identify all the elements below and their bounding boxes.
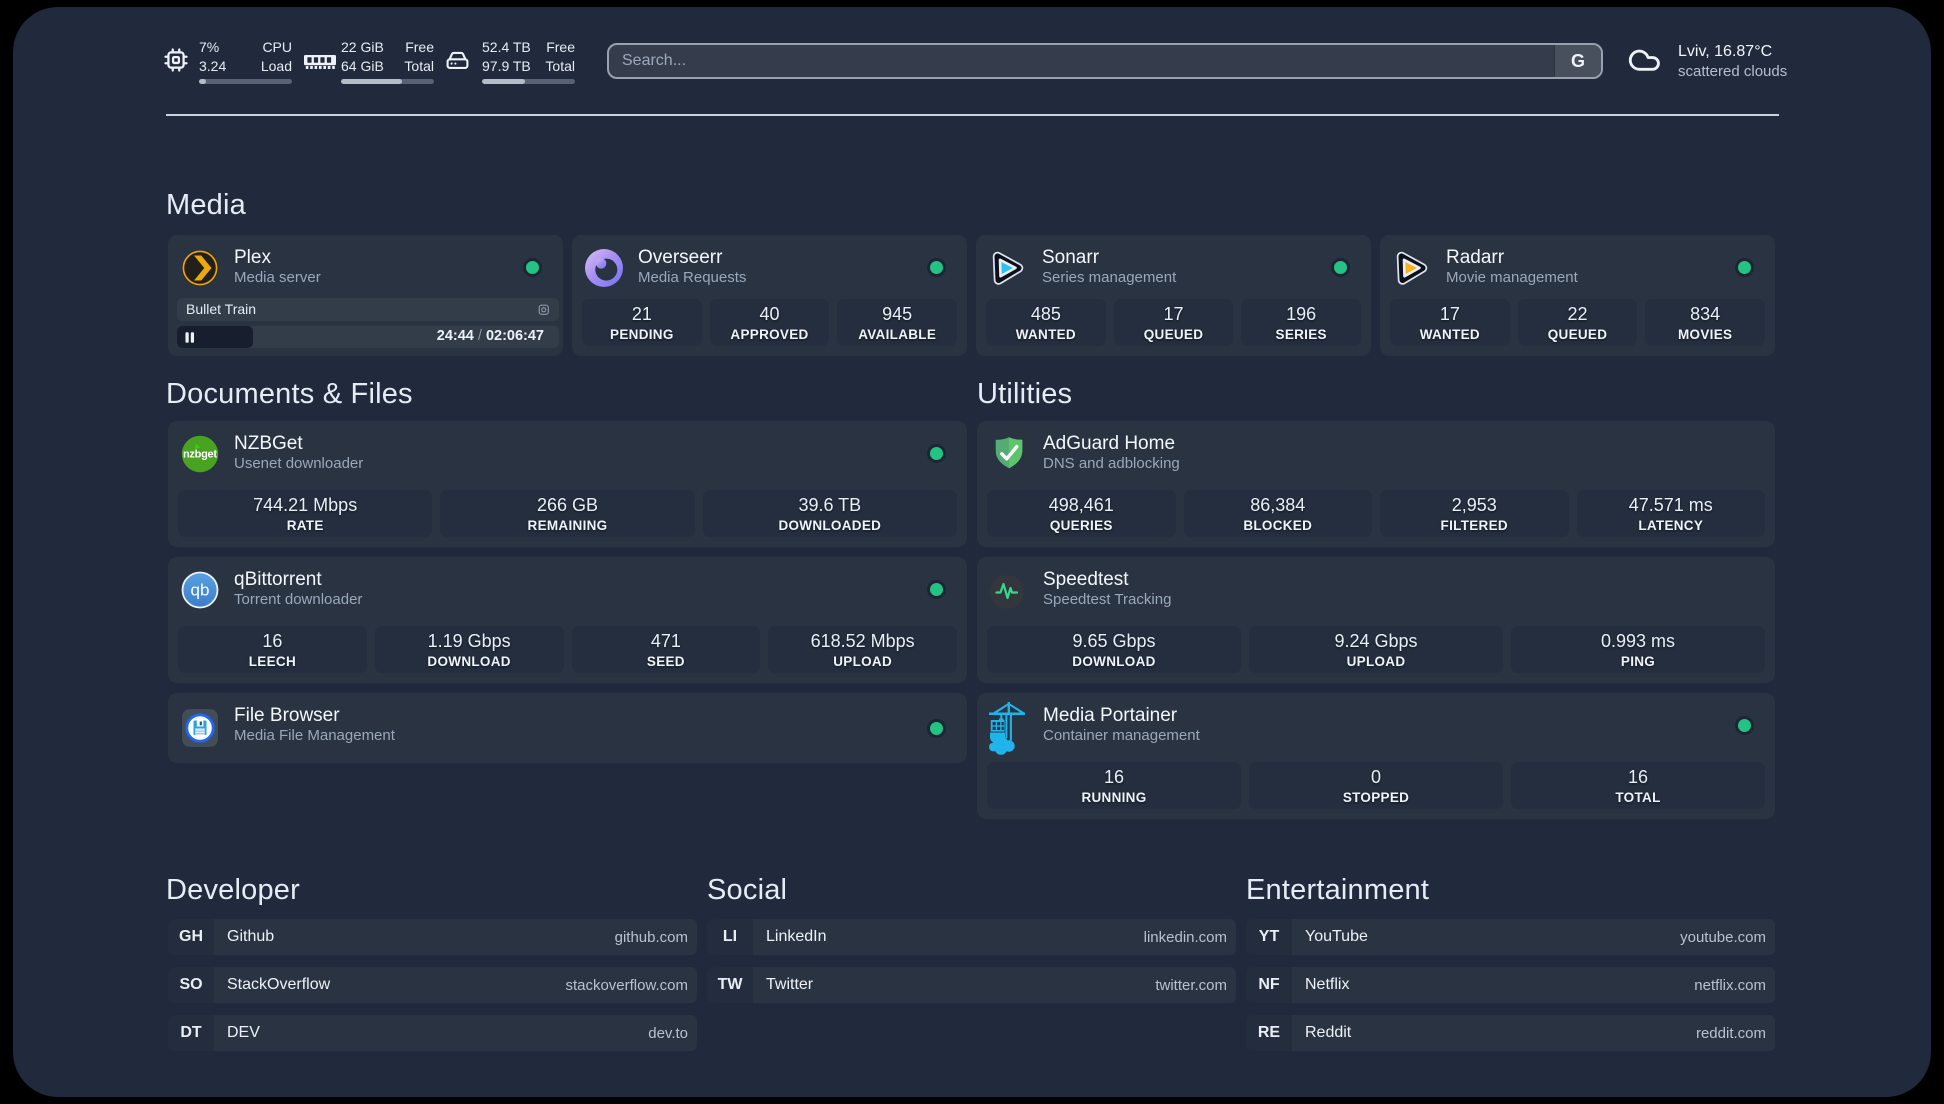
svg-text:nzbget: nzbget	[183, 449, 217, 461]
svg-text:qb: qb	[191, 581, 210, 600]
